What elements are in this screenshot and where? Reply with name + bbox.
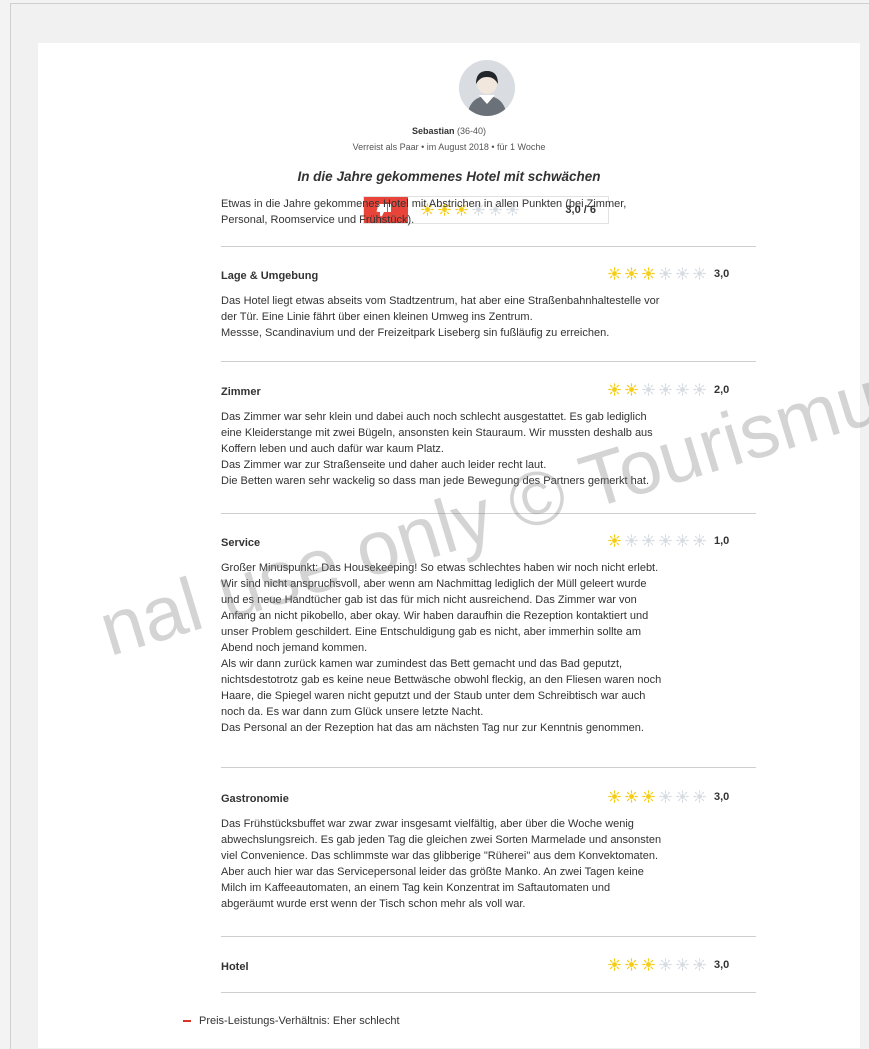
section-title-location: Lage & Umgebung — [221, 270, 319, 282]
star-empty-icon — [693, 383, 706, 396]
section-title-gastronomy: Gastronomie — [221, 793, 289, 805]
star-empty-icon — [676, 383, 689, 396]
section-text-location: Das Hotel liegt etwas abseits vom Stadtz… — [221, 295, 660, 339]
star-empty-icon — [693, 958, 706, 971]
star-empty-icon — [693, 790, 706, 803]
divider — [221, 513, 756, 514]
avatar — [459, 60, 515, 116]
user-avatar-icon — [459, 60, 515, 116]
star-filled-icon — [608, 790, 621, 803]
reviewer-age: (36-40) — [457, 126, 487, 136]
value-for-money-text: Preis-Leistungs-Verhältnis: Eher schlech… — [199, 1015, 400, 1027]
divider — [221, 936, 756, 937]
trip-info: Verreist als Paar • im August 2018 • für… — [352, 142, 546, 152]
review-summary: Etwas in die Jahre gekommenes Hotel mit … — [221, 198, 627, 226]
reviewer-name-line: Sebastian (36-40) — [38, 126, 860, 136]
divider — [221, 361, 756, 362]
star-filled-icon — [642, 790, 655, 803]
section-rating-gastronomy: 3,0 — [608, 790, 734, 803]
star-empty-icon — [642, 383, 655, 396]
section-score: 3,0 — [714, 790, 730, 803]
section-stars — [608, 958, 706, 971]
section-title-service: Service — [221, 537, 261, 549]
section-title-hotel: Hotel — [221, 961, 249, 973]
section-stars — [608, 534, 706, 547]
section-rating-room: 2,0 — [608, 383, 734, 396]
minus-icon — [183, 1020, 191, 1022]
section-score: 3,0 — [714, 267, 730, 280]
star-filled-icon — [608, 958, 621, 971]
section-text-room: Das Zimmer war sehr klein und dabei auch… — [221, 411, 653, 487]
section-score: 2,0 — [714, 383, 730, 396]
star-empty-icon — [659, 534, 672, 547]
section-score: 3,0 — [714, 958, 730, 971]
section-rating-hotel: 3,0 — [608, 958, 734, 971]
star-empty-icon — [693, 267, 706, 280]
star-filled-icon — [608, 267, 621, 280]
star-filled-icon — [608, 534, 621, 547]
section-stars — [608, 267, 706, 280]
divider — [221, 992, 756, 993]
value-for-money: Preis-Leistungs-Verhältnis: Eher schlech… — [183, 1015, 400, 1027]
section-rating-location: 3,0 — [608, 267, 734, 280]
star-empty-icon — [659, 958, 672, 971]
star-filled-icon — [625, 383, 638, 396]
star-empty-icon — [676, 534, 689, 547]
section-rating-service: 1,0 — [608, 534, 734, 547]
star-empty-icon — [676, 267, 689, 280]
section-score: 1,0 — [714, 534, 730, 547]
reviewer-name: Sebastian — [411, 126, 455, 136]
star-empty-icon — [659, 267, 672, 280]
section-title-room: Zimmer — [221, 386, 261, 398]
star-filled-icon — [625, 267, 638, 280]
star-empty-icon — [625, 534, 638, 547]
section-stars — [608, 790, 706, 803]
star-empty-icon — [676, 958, 689, 971]
star-empty-icon — [642, 534, 655, 547]
review-title: In die Jahre gekommenes Hotel mit schwäc… — [297, 169, 601, 184]
star-empty-icon — [659, 383, 672, 396]
star-filled-icon — [625, 790, 638, 803]
star-empty-icon — [676, 790, 689, 803]
review-card: Sebastian (36-40) Verreist als Paar • im… — [38, 43, 860, 1048]
star-filled-icon — [642, 958, 655, 971]
divider — [221, 246, 756, 247]
section-text-gastronomy: Das Frühstücksbuffet war zwar zwar insge… — [221, 818, 662, 910]
section-text-service: Großer Minuspunkt: Das Housekeeping! So … — [221, 562, 662, 734]
section-stars — [608, 383, 706, 396]
star-filled-icon — [608, 383, 621, 396]
star-empty-icon — [693, 534, 706, 547]
star-filled-icon — [625, 958, 638, 971]
star-empty-icon — [659, 790, 672, 803]
star-filled-icon — [642, 267, 655, 280]
divider — [221, 767, 756, 768]
